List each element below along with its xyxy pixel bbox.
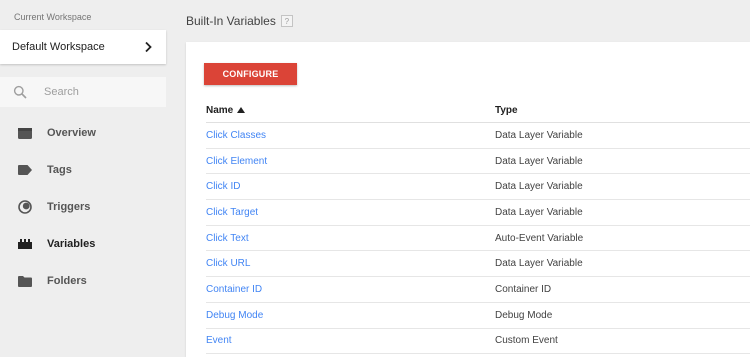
variable-name-link[interactable]: Click URL [206,258,495,269]
workspace-label: Current Workspace [14,12,92,22]
search-placeholder: Search [44,86,79,98]
search-icon [13,85,27,99]
sidebar-item-folders[interactable]: Folders [0,267,166,295]
help-icon[interactable]: ? [280,15,293,27]
overview-icon [17,126,33,140]
workspace-name: Default Workspace [12,41,105,53]
table-header: Name Type [206,98,750,123]
sidebar-item-tags[interactable]: Tags [0,156,166,184]
column-header-name[interactable]: Name [206,105,495,116]
variable-type: Debug Mode [495,309,553,321]
tag-icon [17,163,33,177]
variable-type: Container ID [495,283,552,295]
column-header-type[interactable]: Type [495,105,750,116]
variable-type: Custom Event [495,335,558,347]
table-row: Click Target Data Layer Variable [206,200,750,226]
table-row: Click Element Data Layer Variable [206,149,750,175]
variable-type: Data Layer Variable [495,129,583,141]
table-row: Debug Mode Debug Mode [206,303,750,329]
variable-name-link[interactable]: Click Target [206,207,495,218]
table-row: Click Text Auto-Event Variable [206,226,750,252]
page-header: Built-In Variables ? [186,14,293,28]
variable-name-link[interactable]: Click Text [206,233,495,244]
sidebar-item-label: Folders [47,275,87,287]
table-row: Container ID Container ID [206,277,750,303]
sidebar-item-label: Tags [47,164,72,176]
variable-type: Data Layer Variable [495,155,583,167]
sort-ascending-icon [237,107,246,113]
chevron-right-icon [145,41,152,53]
variable-type: Data Layer Variable [495,181,583,193]
variables-icon [17,237,33,251]
column-header-label: Name [206,104,234,116]
variable-name-link[interactable]: Click Element [206,156,495,167]
variable-type: Data Layer Variable [495,206,583,218]
folder-icon [17,274,33,288]
column-header-label: Type [495,104,518,116]
trigger-icon [17,200,33,214]
table-row: Click ID Data Layer Variable [206,174,750,201]
search-input[interactable]: Search [0,77,166,107]
table-row: Click URL Data Layer Variable [206,251,750,278]
table-row: Event Custom Event [206,329,750,355]
variable-name-link[interactable]: Event [206,335,495,346]
configure-button[interactable]: CONFIGURE [204,63,297,85]
variable-name-link[interactable]: Container ID [206,284,495,295]
table-row: Click Classes Data Layer Variable [206,123,750,149]
variable-name-link[interactable]: Click ID [206,181,495,192]
sidebar-item-variables[interactable]: Variables [0,230,166,258]
variable-name-link[interactable]: Debug Mode [206,310,495,321]
sidebar: Current Workspace Default Workspace Sear… [0,0,166,357]
sidebar-item-label: Variables [47,238,96,250]
variables-table: Name Type Click Classes Data Layer Varia… [206,98,750,355]
sidebar-item-label: Triggers [47,201,91,213]
variable-type: Data Layer Variable [495,258,583,270]
sidebar-item-triggers[interactable]: Triggers [0,193,166,221]
sidebar-item-label: Overview [47,127,96,139]
workspace-selector[interactable]: Default Workspace [0,30,166,64]
variables-card: CONFIGURE Name Type Click Classes Data L… [186,42,750,357]
variable-type: Auto-Event Variable [495,232,584,244]
variable-name-link[interactable]: Click Classes [206,130,495,141]
page-title: Built-In Variables [186,14,276,28]
sidebar-item-overview[interactable]: Overview [0,119,166,147]
